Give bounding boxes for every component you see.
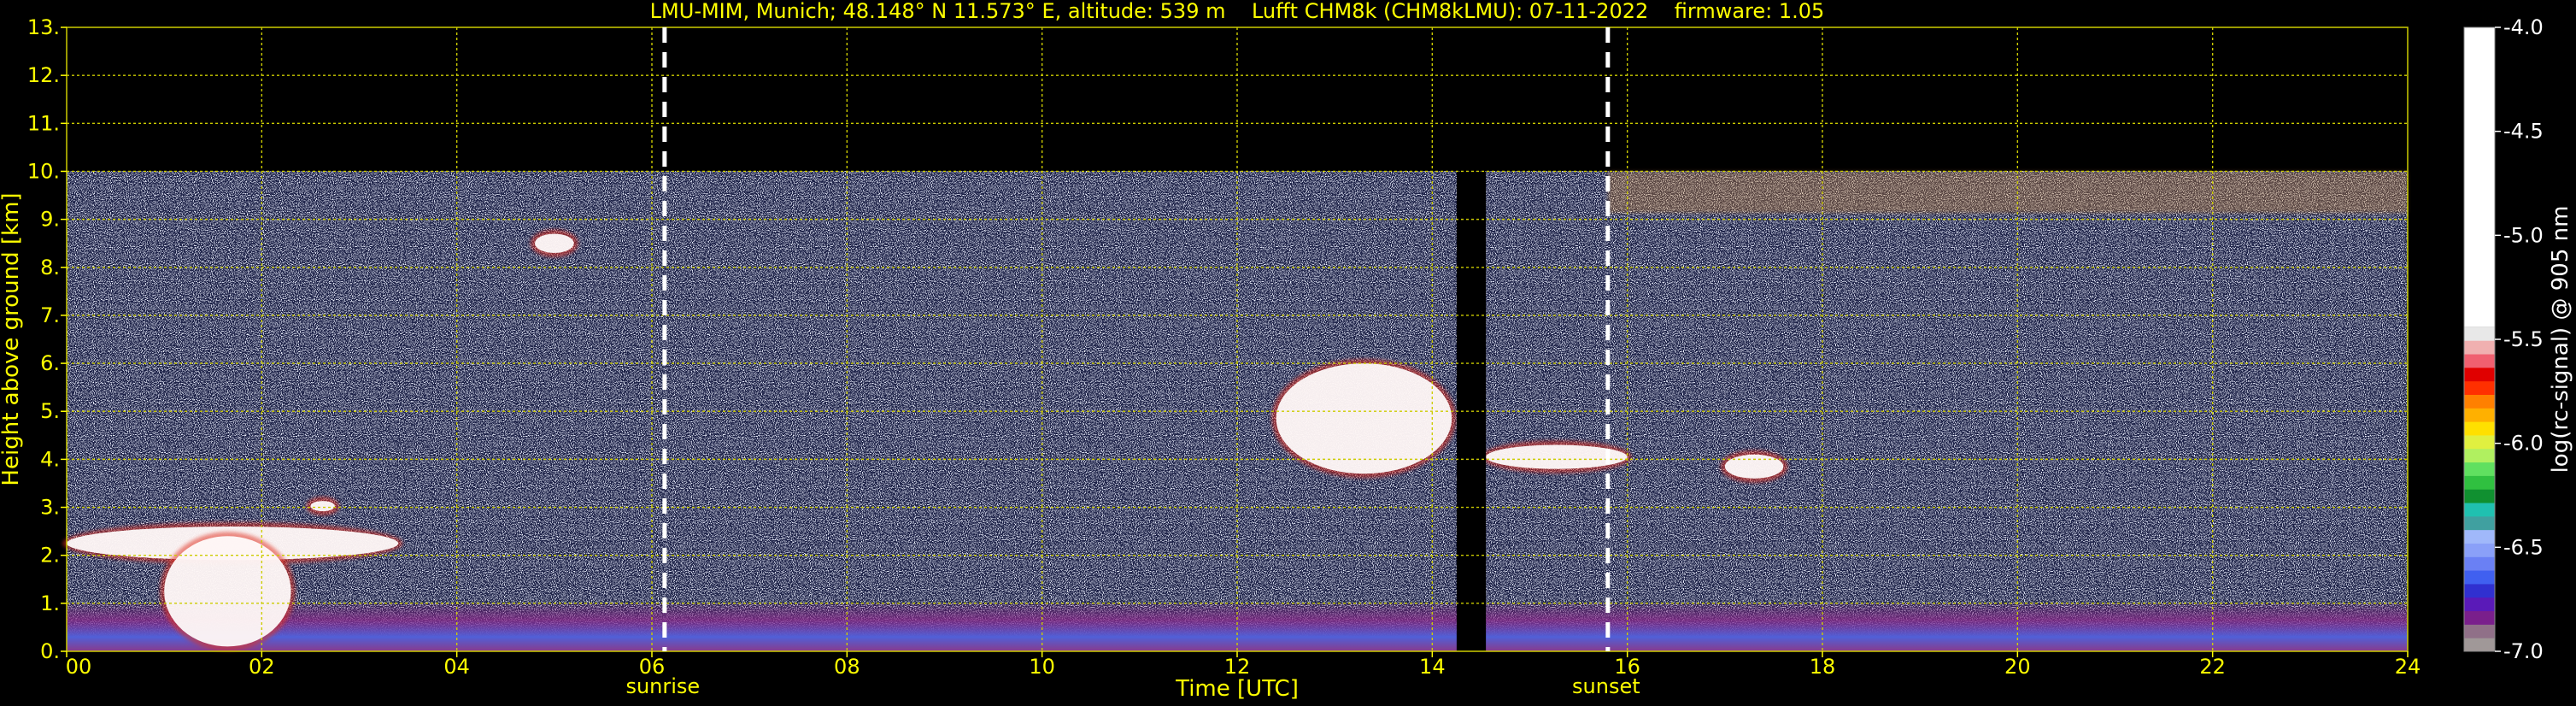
y-tick-label: 10. (27, 159, 60, 183)
colorbar-segment (2464, 408, 2495, 422)
colorbar-segment (2464, 638, 2495, 652)
y-tick-label: 2. (40, 544, 60, 568)
colorbar-label: log(rc-signal) @ 905 nm (2548, 206, 2573, 474)
x-tick-label: 12 (1224, 655, 1251, 679)
colorbar-segment (2464, 475, 2495, 490)
colorbar-tick-label: -7.0 (2503, 639, 2544, 663)
x-tick-label: 08 (834, 655, 860, 679)
cloud-feature (535, 233, 574, 253)
x-axis-label: Time [UTC] (1175, 676, 1299, 702)
colorbar-segment (2464, 367, 2495, 382)
y-tick-label: 9. (40, 208, 60, 232)
colorbar-segment (2464, 570, 2495, 585)
colorbar-segment (2464, 394, 2495, 409)
colorbar-tick-label: -5.5 (2503, 327, 2544, 351)
colorbar-segment (2464, 27, 2495, 327)
cloud-feature (164, 536, 291, 647)
x-axis: 00 02 04 06 08 10 12 14 16 18 20 22 24 (66, 651, 2421, 679)
colorbar-tick-label: -4.0 (2503, 15, 2544, 39)
colorbar-segment (2464, 380, 2495, 395)
colorbar-segment (2464, 556, 2495, 571)
colorbar-segment (2464, 624, 2495, 638)
y-tick-label: 7. (40, 303, 60, 327)
colorbar-segment (2464, 434, 2495, 450)
sunrise-label: sunrise (625, 674, 700, 698)
y-tick-label: 6. (40, 351, 60, 375)
x-tick-label: 04 (443, 655, 470, 679)
y-tick-label: 8. (40, 256, 60, 279)
cloud-feature (310, 501, 335, 512)
colorbar-segment (2464, 529, 2495, 544)
colorbar: -7.0 -6.5 -6.0 -5.5 -5.0 -4.5 -4.0 (2463, 15, 2544, 663)
colorbar-segment (2464, 448, 2495, 463)
x-tick-label: 02 (249, 655, 275, 679)
y-tick-label: 5. (40, 399, 60, 423)
cirrus-layer (1607, 171, 2408, 214)
colorbar-segment (2464, 597, 2495, 612)
x-tick-label: 00 (66, 655, 92, 679)
x-tick-label: 20 (2004, 655, 2031, 679)
colorbar-segment (2464, 543, 2495, 557)
x-tick-label: 18 (1810, 655, 1836, 679)
colorbar-tick-label: -4.5 (2503, 120, 2544, 144)
colorbar-segment (2464, 503, 2495, 517)
y-tick-label: 13. (27, 15, 60, 39)
colorbar-segment (2464, 340, 2495, 355)
cloud-feature (1724, 454, 1784, 479)
cloud-feature (1276, 363, 1452, 474)
colorbar-segment (2464, 421, 2495, 436)
y-axis: 0. 1. 2. 3. 4. 5. 6. 7. 8. 9. 10. 11. 12. 13. (27, 15, 67, 663)
y-tick-label: 1. (40, 591, 60, 615)
y-tick-label: 11. (27, 111, 60, 135)
y-tick-label: 12. (27, 63, 60, 87)
y-axis-label: Height above ground [km] (0, 192, 24, 485)
x-tick-label: 14 (1419, 655, 1446, 679)
sunset-label: sunset (1572, 674, 1640, 698)
colorbar-tick-label: -5.0 (2503, 223, 2544, 247)
x-tick-label: 24 (2395, 655, 2421, 679)
colorbar-segment (2464, 327, 2495, 341)
colorbar-segment (2464, 515, 2495, 531)
y-tick-label: 4. (40, 447, 60, 471)
x-tick-label: 10 (1029, 655, 1055, 679)
colorbar-segment (2464, 583, 2495, 598)
colorbar-segment (2464, 354, 2495, 368)
colorbar-segment (2464, 462, 2495, 476)
colorbar-tick-label: -6.5 (2503, 535, 2544, 559)
colorbar-segment (2464, 610, 2495, 625)
colorbar-tick-label: -6.0 (2503, 432, 2544, 456)
y-tick-label: 0. (40, 639, 60, 663)
colorbar-segment (2464, 489, 2495, 503)
x-tick-label: 22 (2199, 655, 2226, 679)
y-tick-label: 3. (40, 496, 60, 520)
ceilometer-chart: 00 02 04 06 08 10 12 14 16 18 20 22 24 0.1.2.3.4.5.6… (0, 0, 2573, 702)
chart-title: LMU-MIM, Munich; 48.148° N 11.573° E, al… (650, 0, 1825, 23)
